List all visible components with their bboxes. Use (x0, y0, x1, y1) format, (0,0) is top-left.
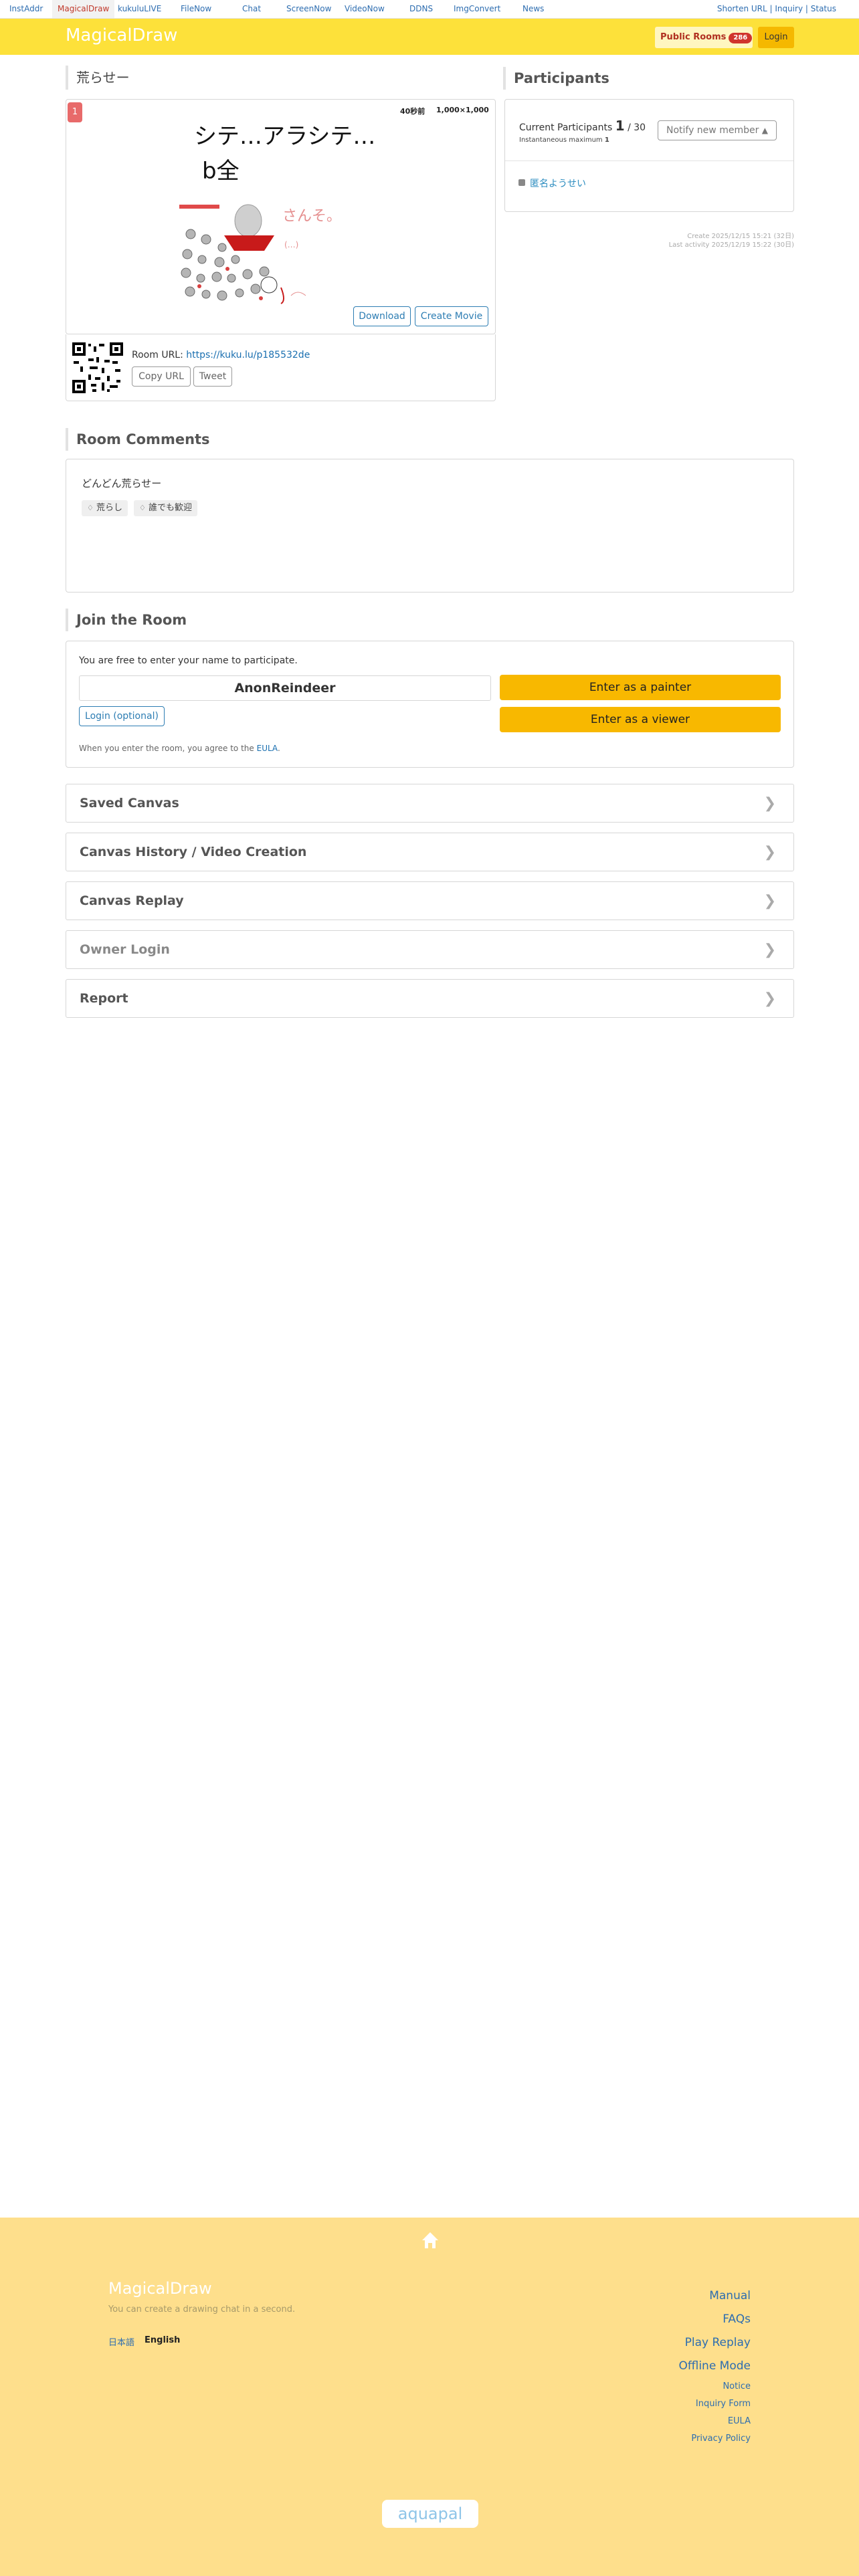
room-url-label: Room URL: (132, 350, 183, 360)
public-rooms-button[interactable]: Public Rooms 286 (655, 27, 753, 48)
report-section[interactable]: Report ❯ (66, 979, 794, 1018)
login-optional-button[interactable]: Login (optional) (79, 706, 165, 726)
footer-link-inquiry-form[interactable]: Inquiry Form (679, 2395, 751, 2413)
room-url-panel (66, 334, 496, 401)
room-title: 荒らせー (66, 66, 130, 90)
instant-maximum: Instantaneous maximum 1 (519, 136, 609, 144)
service-link-magicaldraw[interactable]: MagicalDraw (52, 0, 115, 18)
eula-prefix: When you enter the room, you agree to th… (79, 744, 254, 753)
public-rooms-label: Public Rooms (660, 32, 727, 42)
tag-chip[interactable]: ♢ 誰でも歓迎 (134, 500, 198, 516)
service-link-chat[interactable]: Chat (242, 4, 261, 13)
eula-link[interactable]: EULA (257, 744, 278, 753)
saved-canvas-section[interactable]: Saved Canvas ❯ (66, 784, 794, 823)
footer-logo[interactable]: MagicalDraw (108, 2279, 212, 2298)
copy-url-button[interactable]: Copy URL (132, 366, 191, 387)
tweet-button[interactable]: Tweet (193, 366, 232, 387)
instant-maximum-label: Instantaneous maximum (519, 136, 603, 144)
report-label: Report (80, 991, 128, 1006)
room-url-row: Room URL: https://kuku.lu/p185532de (132, 350, 310, 360)
service-link-videonow[interactable]: VideoNow (345, 4, 385, 13)
member-status-icon (518, 179, 525, 186)
tag-icon: ♢ (87, 504, 94, 512)
footer-link-privacy-policy[interactable]: Privacy Policy (679, 2430, 751, 2448)
service-bar: InstAddr MagicalDraw kukuluLIVE FileNow … (0, 0, 859, 19)
room-last-activity: Last activity 2025/12/19 15:22 (30日) (668, 241, 794, 249)
aquapal-logo[interactable]: aquapal (382, 2500, 478, 2528)
canvas-size: 1,000×1,000 (436, 106, 489, 114)
download-button[interactable]: Download (353, 306, 411, 326)
rank-badge: 1 (68, 102, 82, 122)
name-input[interactable] (79, 675, 491, 701)
comments-card (66, 459, 794, 593)
participants-max: / 30 (628, 122, 646, 133)
canvas-replay-section[interactable]: Canvas Replay ❯ (66, 881, 794, 920)
footer-link-eula[interactable]: EULA (679, 2413, 751, 2430)
instant-maximum-value: 1 (604, 136, 609, 144)
lang-english-current: English (145, 2335, 181, 2345)
svg-text:さんそ。: さんそ。 (282, 208, 341, 225)
footer-link-offline-mode[interactable]: Offline Mode (679, 2355, 751, 2378)
lang-japanese-link[interactable]: 日本語 (108, 2335, 134, 2348)
owner-login-section[interactable]: Owner Login ❯ (66, 930, 794, 969)
footer-link-faqs[interactable]: FAQs (679, 2308, 751, 2331)
current-participants-count: 1 (615, 118, 625, 134)
footer-tagline: You can create a drawing chat in a secon… (108, 2304, 296, 2315)
canvas-sticker-art: さんそ。 (…) (179, 204, 341, 304)
qr-code (72, 342, 123, 393)
canvas-history-section[interactable]: Canvas History / Video Creation ❯ (66, 833, 794, 871)
canvas-history-label: Canvas History / Video Creation (80, 845, 307, 859)
public-rooms-count-badge: 286 (729, 33, 753, 43)
service-link-news[interactable]: News (522, 4, 544, 13)
service-link-filenow[interactable]: FileNow (181, 4, 211, 13)
site-footer: MagicalDraw You can create a drawing cha… (0, 2218, 859, 2576)
chevron-right-icon: ❯ (763, 990, 776, 1007)
service-link-ddns[interactable]: DDNS (409, 4, 433, 13)
join-title: Join the Room (66, 609, 187, 631)
home-icon[interactable] (421, 2231, 440, 2250)
site-header: MagicalDraw Public Rooms 286 Login (0, 19, 859, 55)
room-url-link[interactable]: https://kuku.lu/p185532de (186, 350, 310, 360)
svg-text:(…): (…) (284, 240, 298, 249)
room-comment-text: どんどん荒らせー (82, 477, 162, 490)
bell-icon: ▲ (761, 126, 769, 135)
canvas-replay-label: Canvas Replay (80, 893, 184, 908)
site-logo[interactable]: MagicalDraw (66, 25, 177, 45)
comments-title: Room Comments (66, 428, 210, 451)
footer-link-notice[interactable]: Notice (679, 2378, 751, 2395)
eula-suffix: . (277, 744, 280, 753)
tag-chip[interactable]: ♢ 荒らし (82, 500, 128, 516)
service-link-imgconvert[interactable]: ImgConvert (454, 4, 500, 13)
notify-new-member-button[interactable]: Notify new member ▲ (658, 120, 777, 140)
chevron-right-icon: ❯ (763, 942, 776, 958)
eula-notice: When you enter the room, you agree to th… (79, 744, 280, 753)
chevron-right-icon: ❯ (763, 893, 776, 909)
tag-label: 荒らし (96, 503, 123, 513)
tag-icon: ♢ (139, 504, 146, 512)
footer-link-manual[interactable]: Manual (679, 2284, 751, 2308)
utility-links[interactable]: Shorten URL | Inquiry | Status (717, 4, 836, 13)
member-name[interactable]: 匿名ようせい (530, 177, 586, 190)
footer-links: Manual FAQs Play Replay Offline Mode Not… (679, 2284, 751, 2448)
current-participants: Current Participants 1 / 30 (519, 118, 646, 134)
current-participants-label: Current Participants (519, 122, 613, 133)
saved-canvas-label: Saved Canvas (80, 796, 179, 811)
login-button[interactable]: Login (758, 27, 794, 48)
join-intro: You are free to enter your name to parti… (79, 655, 298, 666)
chevron-right-icon: ❯ (763, 844, 776, 861)
enter-as-viewer-button[interactable]: Enter as a viewer (500, 707, 781, 732)
enter-as-painter-button[interactable]: Enter as a painter (500, 675, 781, 700)
tag-label: 誰でも歓迎 (149, 503, 193, 513)
chevron-right-icon: ❯ (763, 795, 776, 812)
footer-link-play-replay[interactable]: Play Replay (679, 2331, 751, 2355)
owner-login-label: Owner Login (80, 942, 170, 957)
create-movie-button[interactable]: Create Movie (415, 306, 488, 326)
canvas-thumbnail[interactable]: シテ…アラシテ… b全 さんそ。 (…) (161, 114, 375, 308)
participants-title: Participants (503, 67, 609, 90)
elapsed-time: 40秒前 (400, 107, 425, 116)
service-link-screennow[interactable]: ScreenNow (286, 4, 331, 13)
service-link-instaddr[interactable]: InstAddr (9, 4, 43, 13)
notify-new-member-label: Notify new member (666, 125, 759, 136)
service-link-kukululive[interactable]: kukuluLIVE (118, 4, 161, 13)
